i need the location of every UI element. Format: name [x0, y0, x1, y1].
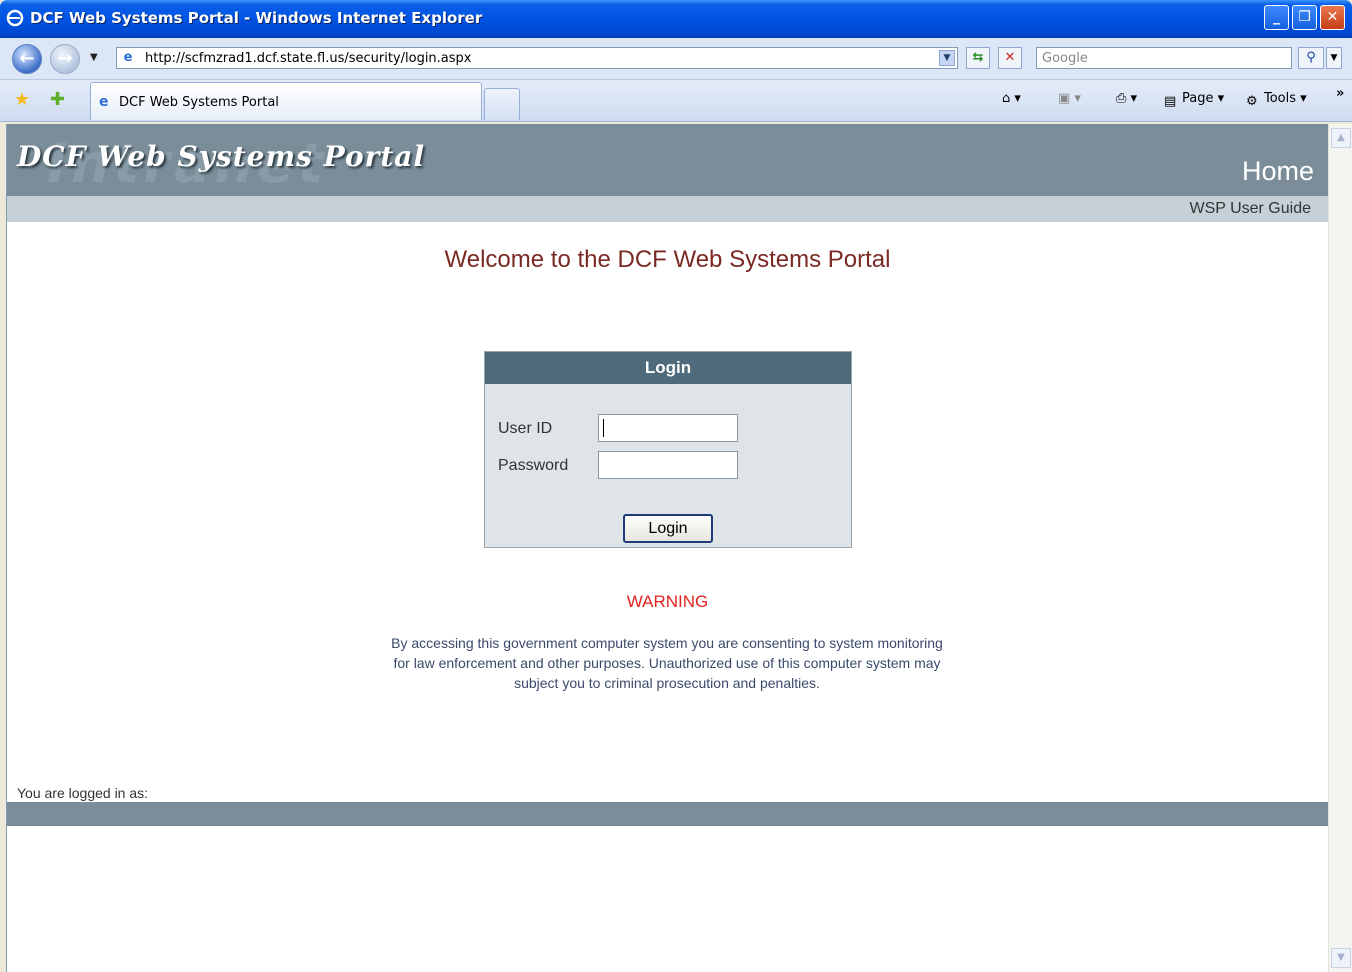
scroll-up-icon[interactable]: ▲ — [1331, 128, 1351, 148]
tab-dcf-portal[interactable]: e DCF Web Systems Portal — [90, 82, 482, 120]
internet-explorer-icon — [6, 9, 24, 27]
address-toolbar: ← → ▼ e http://scfmzrad1.dcf.state.fl.us… — [0, 38, 1352, 80]
print-icon[interactable]: ⎙ ▾ — [1116, 91, 1137, 106]
sub-navigation: WSP User Guide — [7, 196, 1328, 222]
warning-notice: By accessing this government computer sy… — [337, 633, 997, 693]
forward-button[interactable]: → — [50, 44, 80, 74]
home-link[interactable]: Home — [1242, 156, 1314, 187]
refresh-button[interactable]: ⇆ — [966, 47, 990, 69]
userid-input[interactable] — [598, 414, 738, 442]
tab-command-bar: ★ ✚ e DCF Web Systems Portal ⌂ ▾ ▣ ▾ ⎙ ▾… — [0, 80, 1352, 122]
back-button[interactable]: ← — [12, 44, 42, 74]
search-icon[interactable]: ⚲ — [1298, 47, 1324, 69]
window-title-bar[interactable]: DCF Web Systems Portal - Windows Interne… — [0, 0, 1352, 38]
new-tab-button[interactable] — [484, 88, 520, 120]
more-commands-icon[interactable]: » — [1336, 86, 1344, 101]
add-favorites-icon[interactable]: ✚ — [50, 89, 65, 110]
logged-in-status: You are logged in as: — [17, 785, 149, 801]
url-text[interactable]: http://scfmzrad1.dcf.state.fl.us/securit… — [145, 51, 472, 66]
page-viewport: Intranet DCF Web Systems Portal Home WSP… — [6, 124, 1328, 972]
vertical-scrollbar[interactable]: ▲ ▼ — [1328, 124, 1352, 972]
gear-icon: ⚙ — [1246, 94, 1258, 109]
feeds-icon[interactable]: ▣ ▾ — [1058, 91, 1081, 106]
warning-title: WARNING — [626, 592, 709, 611]
maximize-button[interactable]: ❐ — [1292, 5, 1317, 30]
site-footer — [7, 802, 1328, 826]
password-input[interactable] — [598, 451, 738, 479]
favorites-star-icon[interactable]: ★ — [14, 89, 30, 110]
site-header: Intranet DCF Web Systems Portal Home — [7, 124, 1328, 196]
userid-label: User ID — [498, 420, 553, 437]
welcome-heading: Welcome to the DCF Web Systems Portal — [444, 246, 891, 273]
search-input[interactable]: Google — [1036, 47, 1292, 69]
tools-menu-label: Tools — [1264, 91, 1297, 106]
address-dropdown-icon[interactable]: ▼ — [939, 50, 955, 66]
address-bar[interactable]: e http://scfmzrad1.dcf.state.fl.us/secur… — [116, 47, 958, 69]
warning-line: for law enforcement and other purposes. … — [393, 655, 941, 671]
page-menu-label: Page — [1182, 91, 1214, 106]
page-icon: e — [123, 50, 133, 65]
minimize-button[interactable]: _ — [1264, 5, 1289, 30]
warning-line: subject you to criminal prosecution and … — [514, 675, 820, 691]
login-button[interactable]: Login — [623, 514, 713, 543]
site-logo: DCF Web Systems Portal — [17, 140, 426, 173]
warning-line: By accessing this government computer sy… — [391, 635, 943, 651]
user-guide-link[interactable]: WSP User Guide — [1189, 200, 1311, 218]
search-options-dropdown-icon[interactable]: ▼ — [1326, 47, 1342, 69]
search-placeholder: Google — [1042, 51, 1088, 66]
internet-explorer-tab-icon: e — [99, 94, 109, 110]
login-panel-header: Login — [485, 352, 851, 384]
stop-button[interactable]: ✕ — [998, 47, 1022, 69]
home-icon[interactable]: ⌂ ▾ — [1002, 91, 1021, 106]
text-cursor — [603, 419, 604, 437]
window-title: DCF Web Systems Portal - Windows Interne… — [30, 9, 483, 27]
password-label: Password — [498, 457, 569, 474]
page-menu[interactable]: ▤ Page ▾ — [1164, 91, 1224, 110]
page-menu-icon: ▤ — [1164, 94, 1177, 109]
tools-menu[interactable]: ⚙ Tools ▾ — [1246, 91, 1307, 110]
close-button[interactable]: ✕ — [1320, 5, 1345, 30]
tab-label: DCF Web Systems Portal — [119, 95, 279, 110]
scroll-down-icon[interactable]: ▼ — [1331, 948, 1351, 968]
login-panel: Login User ID Password Login — [484, 351, 852, 548]
recent-pages-dropdown-icon[interactable]: ▼ — [90, 52, 98, 63]
